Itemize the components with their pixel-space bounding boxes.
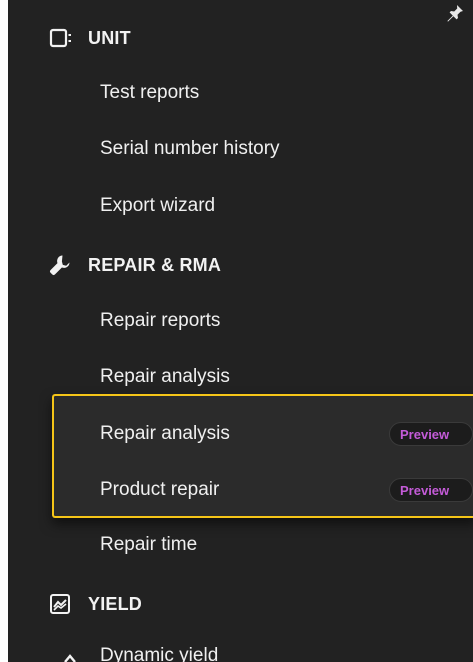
section-label-yield: YIELD <box>88 593 143 614</box>
sidebar-edge <box>0 0 8 662</box>
wrench-icon <box>48 253 72 277</box>
yield-chart-icon <box>48 592 72 616</box>
navigation-sidebar: UNIT Test reports Serial number history … <box>0 0 473 662</box>
chevron-up-icon <box>62 650 78 662</box>
nav-item-repair-analysis[interactable]: Repair analysis <box>100 359 230 395</box>
section-label-unit: UNIT <box>88 27 131 48</box>
nav-item-repair-reports[interactable]: Repair reports <box>100 303 220 339</box>
section-label-repair-rma: REPAIR & RMA <box>88 254 222 275</box>
preview-badge: Preview <box>389 478 473 502</box>
section-header-yield[interactable]: YIELD <box>48 584 142 624</box>
nav-item-test-reports[interactable]: Test reports <box>100 75 199 111</box>
nav-item-repair-analysis-preview[interactable]: Repair analysis <box>100 416 230 452</box>
pin-icon[interactable] <box>446 4 464 22</box>
nav-item-product-repair[interactable]: Product repair <box>100 472 219 508</box>
nav-item-dynamic-yield[interactable]: Dynamic yield <box>100 638 218 662</box>
unit-icon <box>48 26 72 50</box>
nav-item-repair-time[interactable]: Repair time <box>100 527 197 563</box>
section-header-repair-rma[interactable]: REPAIR & RMA <box>48 245 221 285</box>
nav-item-serial-number-history[interactable]: Serial number history <box>100 131 280 167</box>
preview-badge: Preview <box>389 422 473 446</box>
nav-item-export-wizard[interactable]: Export wizard <box>100 188 215 224</box>
section-header-unit[interactable]: UNIT <box>48 18 131 58</box>
